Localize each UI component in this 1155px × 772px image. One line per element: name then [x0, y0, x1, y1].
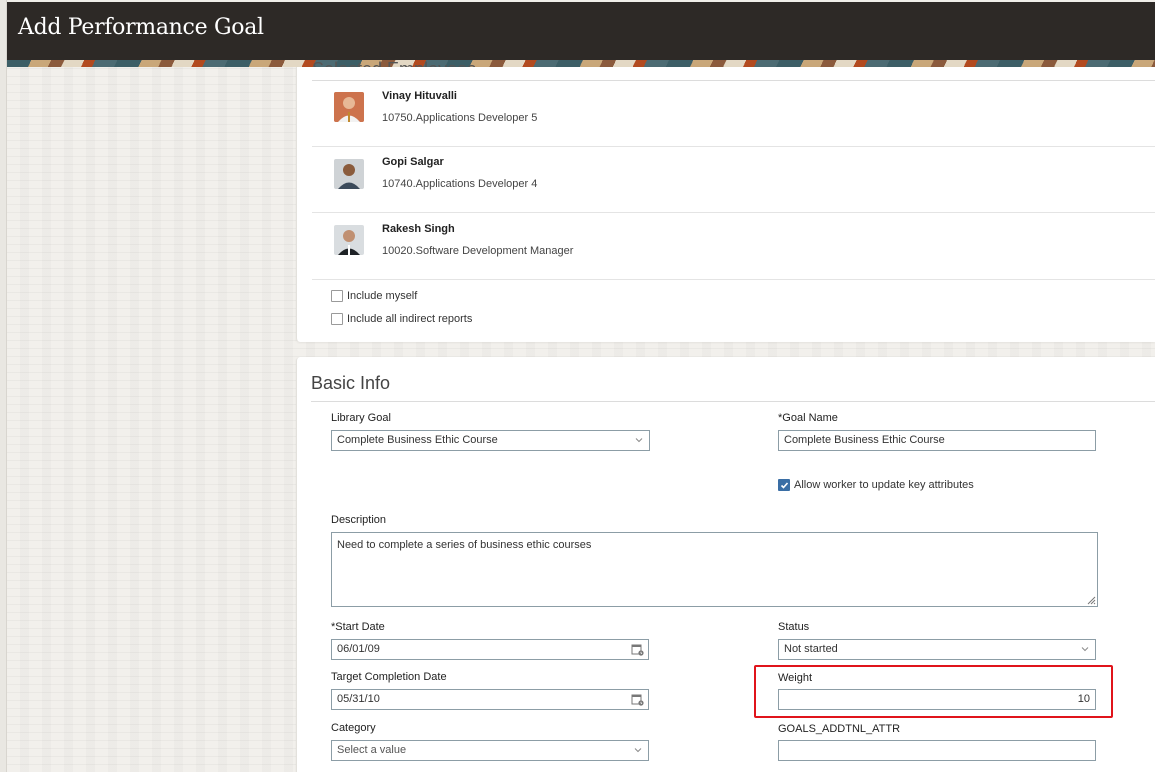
employee-name: Vinay Hituvalli: [382, 90, 457, 102]
description-label: Description: [331, 514, 387, 526]
include-myself-option[interactable]: Include myself: [331, 290, 417, 302]
checkmark-icon: [780, 481, 788, 489]
avatar: [334, 159, 364, 189]
include-myself-label: Include myself: [347, 290, 418, 302]
start-date-label-text: Start Date: [335, 621, 385, 633]
description-textarea[interactable]: Need to complete a series of business et…: [331, 532, 1098, 607]
goal-name-label-text: Goal Name: [782, 412, 838, 424]
decorative-banner: [7, 60, 1155, 67]
start-date-value: 06/01/09: [337, 643, 380, 655]
status-label: Status: [778, 621, 810, 633]
status-select[interactable]: Not started: [778, 639, 1096, 660]
description-value: Need to complete a series of business et…: [337, 539, 592, 551]
library-goal-select[interactable]: Complete Business Ethic Course: [331, 430, 650, 451]
page-title: Add Performance Goal: [18, 15, 264, 40]
target-completion-date-value: 05/31/10: [337, 693, 380, 705]
include-myself-checkbox[interactable]: [331, 290, 343, 302]
weight-highlight-annotation: [754, 665, 1113, 718]
employee-row: Rakesh Singh 10020.Software Development …: [312, 214, 1155, 280]
target-completion-date-label: Target Completion Date: [331, 671, 447, 683]
employee-row: Vinay Hituvalli 10750.Applications Devel…: [312, 81, 1155, 147]
include-indirect-checkbox[interactable]: [331, 313, 343, 325]
employee-detail: 10740.Applications Developer 4: [382, 178, 538, 190]
chevron-down-icon: [1081, 647, 1089, 652]
goals-addtnl-attr-input[interactable]: [778, 740, 1096, 761]
target-completion-date-input[interactable]: 05/31/10: [331, 689, 649, 710]
avatar: [334, 92, 364, 122]
resize-grip-icon[interactable]: [1087, 596, 1096, 605]
include-indirect-option[interactable]: Include all indirect reports: [331, 313, 472, 325]
calendar-icon[interactable]: [631, 693, 644, 706]
employee-detail: 10020.Software Development Manager: [382, 245, 574, 257]
status-value: Not started: [784, 643, 838, 655]
chevron-down-icon: [634, 748, 642, 753]
library-goal-value: Complete Business Ethic Course: [337, 434, 498, 446]
calendar-icon[interactable]: [631, 643, 644, 656]
employee-row: Gopi Salgar 10740.Applications Developer…: [312, 147, 1155, 213]
page-header: Add Performance Goal: [7, 2, 1155, 60]
allow-update-checkbox[interactable]: [778, 479, 790, 491]
employees-section-heading: Selected Employees: [312, 55, 476, 67]
chevron-down-icon: [635, 438, 643, 443]
library-goal-label: Library Goal: [331, 412, 391, 424]
category-placeholder: Select a value: [337, 744, 407, 756]
allow-update-option[interactable]: Allow worker to update key attributes: [778, 479, 974, 491]
employee-name: Gopi Salgar: [382, 156, 444, 168]
employee-name: Rakesh Singh: [382, 223, 455, 235]
start-date-input[interactable]: 06/01/09: [331, 639, 649, 660]
include-indirect-label: Include all indirect reports: [347, 313, 473, 325]
basic-info-title: Basic Info: [311, 373, 391, 393]
goals-addtnl-attr-label: GOALS_ADDTNL_ATTR: [778, 723, 901, 735]
category-select[interactable]: Select a value: [331, 740, 649, 761]
goal-name-input[interactable]: Complete Business Ethic Course: [778, 430, 1096, 451]
allow-update-label: Allow worker to update key attributes: [794, 479, 974, 491]
start-date-label: *Start Date: [331, 621, 385, 633]
divider: [311, 401, 1155, 402]
category-label: Category: [331, 722, 376, 734]
goal-name-label: *Goal Name: [778, 412, 838, 424]
avatar: [334, 225, 364, 255]
goal-name-value: Complete Business Ethic Course: [784, 434, 945, 446]
employee-detail: 10750.Applications Developer 5: [382, 112, 538, 124]
left-edge: [0, 0, 7, 772]
